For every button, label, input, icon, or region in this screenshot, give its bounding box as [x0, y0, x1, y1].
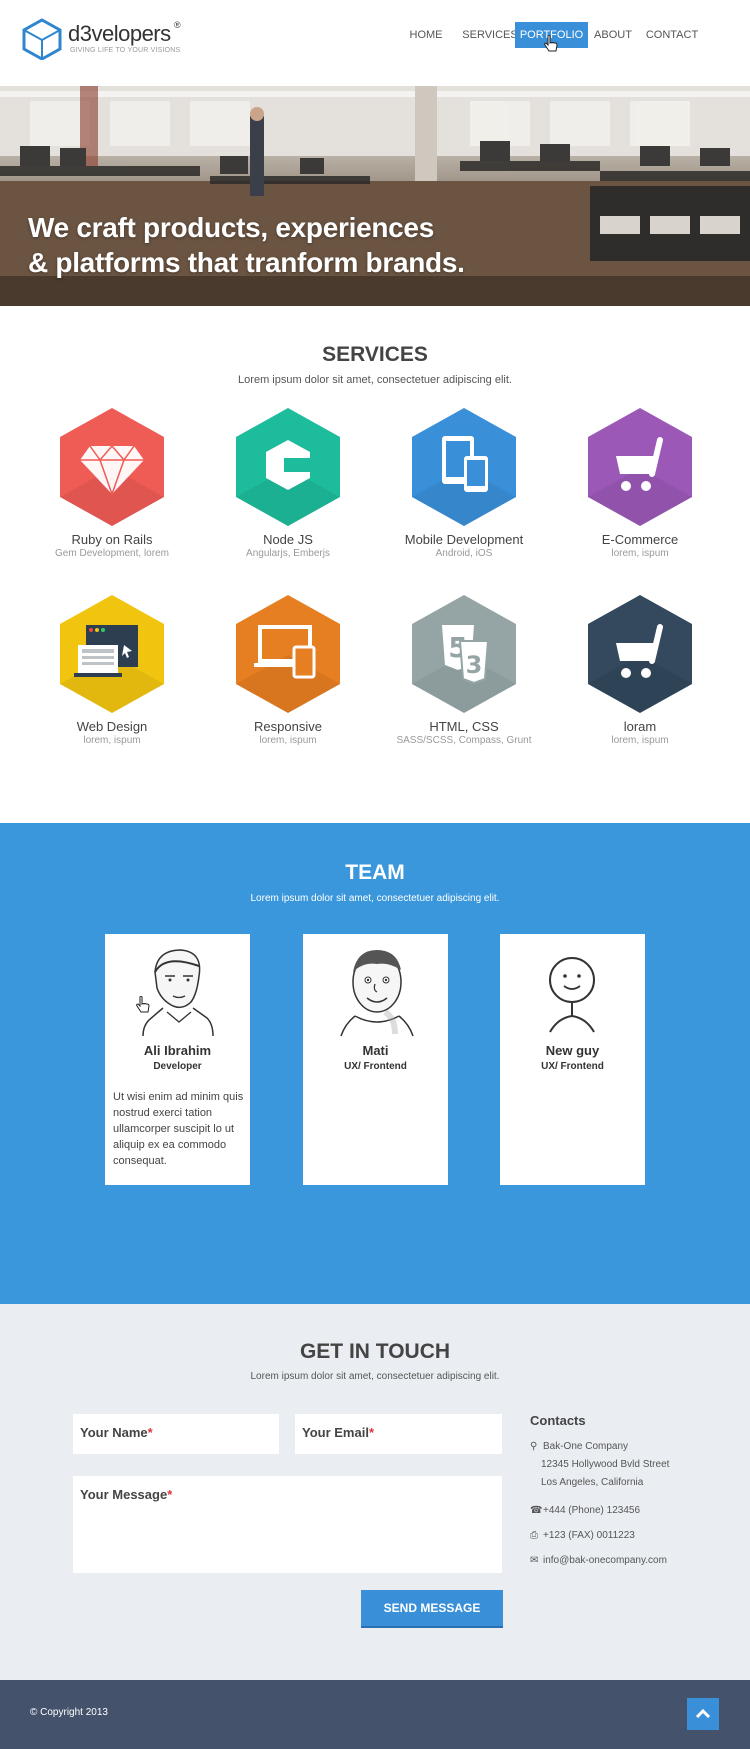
service-desc: Angularjs, Emberjs: [246, 548, 330, 559]
diamond-icon: [60, 408, 164, 526]
member-role: UX/ Frontend: [541, 1061, 604, 1072]
services-subtitle: Lorem ipsum dolor sit amet, consectetuer…: [238, 374, 512, 386]
logo[interactable]: d3velopers ® GIVING LIFE TO YOUR VISIONS: [22, 18, 192, 62]
logo-tagline: GIVING LIFE TO YOUR VISIONS: [70, 47, 181, 54]
required-mark: *: [167, 1487, 173, 1502]
team-card-new-guy[interactable]: New guy UX/ Frontend: [500, 934, 645, 1185]
team-subtitle: Lorem ipsum dolor sit amet, consectetuer…: [250, 893, 500, 904]
member-name: Ali Ibrahim: [143, 1043, 212, 1058]
contact-title: GET IN TOUCH: [299, 1340, 451, 1363]
member-role: Developer: [153, 1061, 202, 1072]
street-line: 12345 Hollywood Bvld Street: [541, 1459, 670, 1470]
nav-about[interactable]: ABOUT: [592, 22, 634, 48]
contacts-title: Contacts: [530, 1413, 586, 1428]
hero-headline: We craft products, experiences & platfor…: [28, 210, 465, 280]
message-field[interactable]: Your Message*: [73, 1476, 502, 1573]
chevron-up-icon: [695, 1708, 711, 1719]
registered-mark: ®: [174, 20, 181, 30]
cart-icon: [588, 408, 692, 526]
service-desc: Android, iOS: [435, 548, 493, 559]
member-name: New guy: [545, 1043, 600, 1058]
phone-line: ☎+444 (Phone) 123456: [530, 1505, 641, 1516]
browser-icon: [60, 595, 164, 713]
service-desc: lorem, ispum: [611, 548, 669, 559]
required-mark: *: [368, 1425, 375, 1440]
service-name: Node JS: [263, 532, 313, 547]
team-card-ali[interactable]: Ali Ibrahim Developer Ut wisi enim ad mi…: [105, 934, 250, 1185]
hero-line-2: & platforms that tranform brands.: [28, 247, 465, 278]
avatar: [340, 950, 414, 1037]
hand-cursor-icon: [544, 35, 558, 52]
printer-icon: ⎙: [530, 1530, 538, 1541]
service-mobile-development[interactable]: Mobile Development Android, iOS: [384, 408, 544, 559]
avatar: [549, 957, 595, 1033]
cube-logo-icon: [22, 18, 62, 60]
service-name: Mobile Development: [404, 532, 524, 547]
service-loram[interactable]: loram lorem, ispum: [560, 595, 720, 746]
service-name: Responsive: [254, 719, 322, 734]
copyright: © Copyright 2013: [30, 1707, 108, 1718]
site-header: d3velopers ® GIVING LIFE TO YOUR VISIONS…: [0, 0, 750, 86]
map-marker-icon: ⚲: [530, 1441, 538, 1452]
services-title: SERVICES: [322, 343, 428, 366]
service-desc: lorem, ispum: [83, 735, 141, 746]
send-message-button[interactable]: SEND MESSAGE: [361, 1590, 503, 1626]
member-name: Mati: [362, 1043, 389, 1058]
team-section: TEAM Lorem ipsum dolor sit amet, consect…: [0, 823, 750, 1304]
service-responsive[interactable]: Responsive lorem, ispum: [208, 595, 368, 746]
service-ruby-on-rails[interactable]: Ruby on Rails Gem Development, lorem: [32, 408, 192, 559]
site-footer: © Copyright 2013: [0, 1680, 750, 1749]
svg-text:3: 3: [466, 651, 483, 679]
team-title: TEAM: [345, 861, 405, 884]
hand-cursor-icon: [136, 996, 150, 1013]
city-line: Los Angeles, California: [541, 1477, 644, 1488]
name-label: Your Name*: [80, 1425, 153, 1440]
cart-icon: [588, 595, 692, 713]
nav-services[interactable]: SERVICES: [460, 22, 520, 48]
name-field[interactable]: Your Name*: [73, 1414, 279, 1454]
service-name: Ruby on Rails: [71, 532, 153, 547]
avatar: [142, 949, 214, 1037]
service-name: E-Commerce: [601, 532, 679, 547]
message-label: Your Message*: [80, 1487, 173, 1502]
envelope-icon: ✉: [530, 1555, 539, 1566]
service-html-css[interactable]: 5 3 HTML, CSS SASS/SCSS, Compass, Grunt: [384, 595, 544, 746]
email-label: Your Email*: [302, 1425, 375, 1440]
service-node-js[interactable]: Node JS Angularjs, Emberjs: [208, 408, 368, 559]
member-bio: Ut wisi enim ad minim quis nostrud exerc…: [113, 1091, 244, 1167]
html5-icon: 5 3: [412, 595, 516, 713]
required-mark: *: [147, 1425, 153, 1440]
node-icon: [236, 408, 340, 526]
nav-home[interactable]: HOME: [404, 22, 448, 48]
service-name: Web Design: [76, 719, 148, 734]
nav-contact[interactable]: CONTACT: [643, 22, 701, 48]
email-field[interactable]: Your Email*: [295, 1414, 502, 1454]
service-e-commerce[interactable]: E-Commerce lorem, ispum: [560, 408, 720, 559]
logo-name: d3velopers: [68, 21, 171, 46]
service-name: loram: [623, 719, 657, 734]
service-desc: lorem, ispum: [259, 735, 317, 746]
member-role: UX/ Frontend: [344, 1061, 407, 1072]
phone-icon: ☎: [530, 1505, 543, 1516]
hero-line-1: We craft products, experiences: [28, 212, 434, 243]
contact-section: GET IN TOUCH Lorem ipsum dolor sit amet,…: [0, 1304, 750, 1680]
team-card-mati[interactable]: Mati UX/ Frontend: [303, 934, 448, 1185]
service-desc: Gem Development, lorem: [55, 548, 169, 559]
fax-line: ⎙ +123 (FAX) 0011223: [530, 1530, 635, 1541]
hero-banner: We craft products, experiences & platfor…: [0, 86, 750, 306]
company-line: ⚲ Bak-One Company: [530, 1441, 629, 1452]
service-name: HTML, CSS: [429, 719, 499, 734]
responsive-icon: [236, 595, 340, 713]
service-desc: SASS/SCSS, Compass, Grunt: [396, 735, 532, 746]
email-line[interactable]: ✉ info@bak-onecompany.com: [530, 1555, 667, 1566]
back-to-top-button[interactable]: [687, 1698, 719, 1730]
service-desc: lorem, ispum: [611, 735, 669, 746]
service-web-design[interactable]: Web Design lorem, ispum: [32, 595, 192, 746]
contact-subtitle: Lorem ipsum dolor sit amet, consectetuer…: [250, 1371, 500, 1382]
devices-icon: [412, 408, 516, 526]
